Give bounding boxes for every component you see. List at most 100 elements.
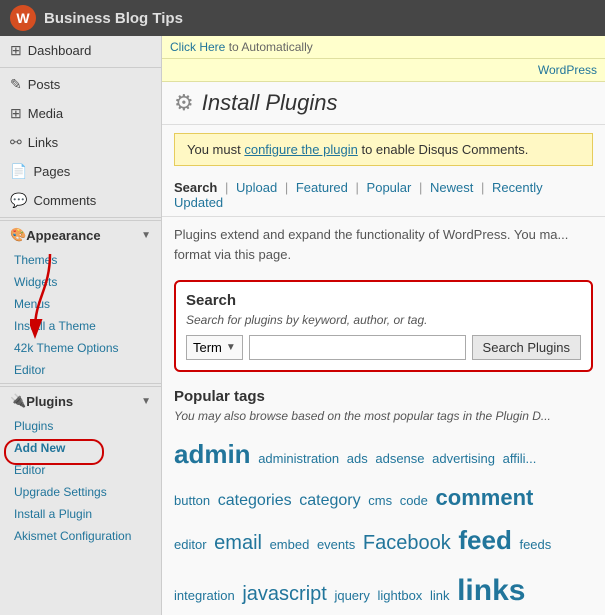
- sidebar-media-label: Media: [28, 106, 63, 121]
- sidebar-sub-akismet[interactable]: Akismet Configuration: [0, 525, 161, 547]
- tag-editor[interactable]: editor: [174, 537, 207, 552]
- sidebar-appearance-header[interactable]: 🎨 Appearance ▼: [0, 220, 161, 249]
- plugins-description: Plugins extend and expand the functional…: [162, 217, 605, 272]
- term-label: Term: [193, 340, 222, 355]
- sidebar-sub-menus[interactable]: Menus: [0, 293, 161, 315]
- sidebar-divider-2: [0, 217, 161, 218]
- plugins-icon: 🔌: [10, 393, 26, 409]
- tag-ads[interactable]: ads: [347, 451, 368, 466]
- tag-comment[interactable]: comment: [436, 485, 534, 510]
- appearance-subnav: Themes Widgets Menus Install a Theme 42k…: [0, 249, 161, 381]
- tag-jquery[interactable]: jquery: [334, 588, 369, 603]
- popular-tags-desc: You may also browse based on the most po…: [174, 409, 593, 423]
- tag-advertising[interactable]: advertising: [432, 451, 495, 466]
- sidebar-item-links[interactable]: ⚯ Links: [0, 128, 161, 157]
- search-box: Search Search for plugins by keyword, au…: [174, 280, 593, 372]
- subnav-newest[interactable]: Newest: [430, 180, 473, 195]
- sidebar-sub-themes[interactable]: Themes: [0, 249, 161, 271]
- tag-cms[interactable]: cms: [368, 493, 392, 508]
- sidebar-sub-install-plugin[interactable]: Install a Plugin: [0, 503, 161, 525]
- sidebar-item-comments[interactable]: 💬 Comments: [0, 186, 161, 215]
- subnav-search[interactable]: Search: [174, 180, 217, 195]
- tag-integration[interactable]: integration: [174, 588, 235, 603]
- tag-javascript[interactable]: javascript: [242, 583, 326, 605]
- sidebar-sub-editor-plugins[interactable]: Editor: [0, 459, 161, 481]
- sidebar-sub-upgrade[interactable]: Upgrade Settings: [0, 481, 161, 503]
- tag-administration[interactable]: administration: [258, 451, 339, 466]
- links-icon: ⚯: [10, 134, 22, 151]
- tag-affili[interactable]: affili...: [503, 451, 537, 466]
- plugins-arrow: ▼: [141, 396, 151, 407]
- tag-links[interactable]: links: [457, 574, 525, 607]
- tag-events[interactable]: events: [317, 537, 355, 552]
- tag-categories[interactable]: categories: [218, 492, 292, 509]
- appearance-arrow: ▼: [141, 230, 151, 241]
- search-box-desc: Search for plugins by keyword, author, o…: [186, 313, 581, 327]
- tag-code[interactable]: code: [400, 493, 428, 508]
- notice-text: to Automatically: [229, 40, 313, 54]
- popular-tags-title: Popular tags: [174, 388, 593, 405]
- term-caret: ▼: [226, 342, 236, 353]
- popular-tags-section: Popular tags You may also browse based o…: [162, 380, 605, 615]
- wordpress-link[interactable]: WordPress: [538, 63, 597, 77]
- sidebar-sub-plugins[interactable]: Plugins: [0, 415, 161, 437]
- search-input[interactable]: [249, 335, 466, 360]
- term-select[interactable]: Term ▼: [186, 335, 243, 360]
- plugins-subnav: Plugins Add New Editor Upgrade Settings …: [0, 415, 161, 547]
- appearance-icon: 🎨: [10, 227, 26, 243]
- sidebar-comments-label: Comments: [33, 193, 96, 208]
- wordpress-logo: W: [10, 5, 36, 31]
- tag-adsense[interactable]: adsense: [375, 451, 424, 466]
- sidebar-item-pages[interactable]: 📄 Pages: [0, 157, 161, 186]
- page-header: ⚙ Install Plugins: [162, 82, 605, 125]
- dashboard-icon: ⊞: [10, 42, 22, 59]
- tag-lightbox[interactable]: lightbox: [378, 588, 423, 603]
- sidebar-plugins-header[interactable]: 🔌 Plugins ▼: [0, 386, 161, 415]
- tag-link[interactable]: link: [430, 588, 450, 603]
- tag-email[interactable]: email: [214, 532, 262, 554]
- plugin-subnav: Search | Upload | Featured | Popular | N…: [162, 174, 605, 217]
- tag-feed[interactable]: feed: [458, 525, 511, 555]
- comments-icon: 💬: [10, 192, 27, 209]
- sidebar-plugins-label: Plugins: [26, 394, 73, 409]
- sidebar-pages-label: Pages: [33, 164, 70, 179]
- header: W Business Blog Tips: [0, 0, 605, 36]
- search-box-title: Search: [186, 292, 581, 309]
- configure-text-1: You must: [187, 142, 244, 157]
- tags-cloud: admin administration ads adsense adverti…: [174, 431, 593, 615]
- sidebar-divider-1: [0, 67, 161, 68]
- search-row: Term ▼ Search Plugins: [186, 335, 581, 360]
- subnav-upload[interactable]: Upload: [236, 180, 277, 195]
- install-plugins-icon: ⚙: [174, 90, 194, 116]
- sidebar-links-label: Links: [28, 135, 58, 150]
- subnav-featured[interactable]: Featured: [296, 180, 348, 195]
- tag-admin[interactable]: admin: [174, 439, 251, 469]
- tag-facebook[interactable]: Facebook: [363, 532, 451, 554]
- tag-feeds[interactable]: feeds: [519, 537, 551, 552]
- sidebar-sub-editor-appearance[interactable]: Editor: [0, 359, 161, 381]
- configure-link[interactable]: configure the plugin: [244, 142, 357, 157]
- main-content: Click Here to Automatically WordPress ⚙ …: [162, 36, 605, 615]
- layout: ⊞ Dashboard ✎ Posts ⊞ Media ⚯ Links 📄 Pa…: [0, 36, 605, 615]
- page-title: Install Plugins: [202, 90, 338, 116]
- sidebar-item-media[interactable]: ⊞ Media: [0, 99, 161, 128]
- sidebar-dashboard-label: Dashboard: [28, 43, 92, 58]
- tag-category[interactable]: category: [299, 492, 360, 509]
- posts-icon: ✎: [10, 76, 22, 93]
- sidebar-sub-widgets[interactable]: Widgets: [0, 271, 161, 293]
- sidebar-sub-42k[interactable]: 42k Theme Options: [0, 337, 161, 359]
- media-icon: ⊞: [10, 105, 22, 122]
- configure-text-2: to enable Disqus Comments.: [361, 142, 528, 157]
- sidebar-item-posts[interactable]: ✎ Posts: [0, 70, 161, 99]
- add-new-wrapper: Add New: [0, 437, 161, 459]
- sidebar-posts-label: Posts: [28, 77, 61, 92]
- sidebar-sub-install-theme[interactable]: Install a Theme: [0, 315, 161, 337]
- click-here-link[interactable]: Click Here: [170, 40, 225, 54]
- sidebar-item-dashboard[interactable]: ⊞ Dashboard: [0, 36, 161, 65]
- subnav-popular[interactable]: Popular: [367, 180, 412, 195]
- tag-button[interactable]: button: [174, 493, 210, 508]
- search-plugins-button[interactable]: Search Plugins: [472, 335, 581, 360]
- tag-embed[interactable]: embed: [270, 537, 310, 552]
- sidebar-sub-add-new[interactable]: Add New: [0, 437, 161, 459]
- sidebar: ⊞ Dashboard ✎ Posts ⊞ Media ⚯ Links 📄 Pa…: [0, 36, 162, 615]
